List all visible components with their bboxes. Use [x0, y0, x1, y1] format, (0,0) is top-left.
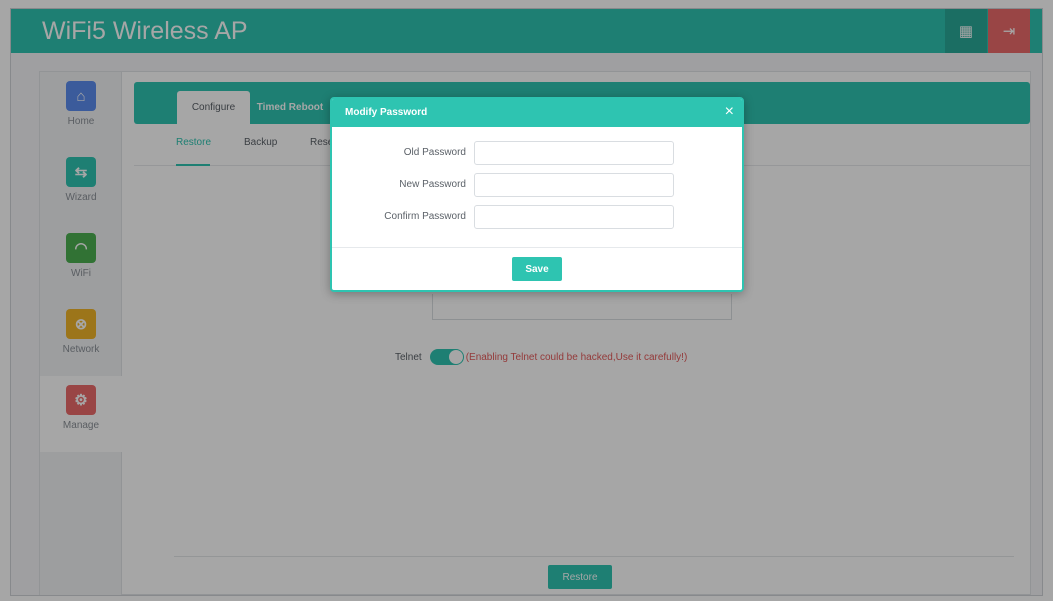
new-password-input[interactable] — [474, 173, 674, 197]
modal-header: Modify Password × — [332, 99, 742, 127]
confirm-password-input[interactable] — [474, 205, 674, 229]
old-password-input[interactable] — [474, 141, 674, 165]
modal-divider — [332, 247, 742, 248]
confirm-password-row: Confirm Password — [332, 205, 742, 229]
confirm-password-label: Confirm Password — [384, 211, 466, 222]
modify-password-dialog: Modify Password × Old Password New Passw… — [330, 97, 744, 292]
save-button[interactable]: Save — [512, 257, 562, 281]
old-password-label: Old Password — [403, 147, 466, 158]
new-password-label: New Password — [399, 179, 466, 190]
modal-title: Modify Password — [345, 107, 428, 118]
old-password-row: Old Password — [332, 141, 742, 165]
modal-overlay[interactable] — [0, 0, 1053, 601]
new-password-row: New Password — [332, 173, 742, 197]
close-icon[interactable]: × — [725, 102, 734, 122]
